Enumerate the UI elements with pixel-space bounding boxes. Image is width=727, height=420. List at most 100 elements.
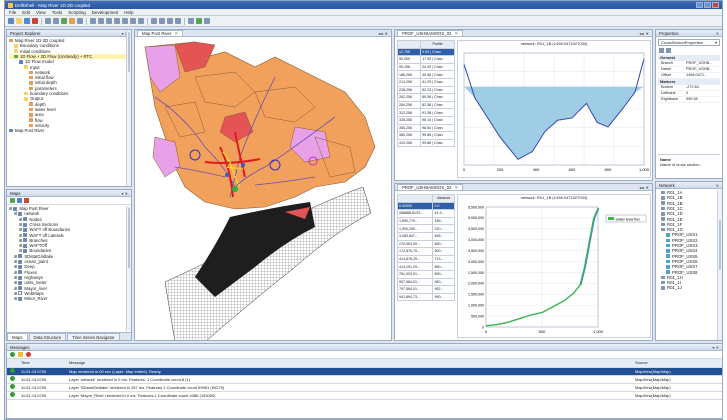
error-filter-icon[interactable] (26, 352, 31, 357)
messages-table[interactable]: Time Message Source 11:51:13.5700 Map render… (7, 359, 722, 400)
close-button[interactable] (712, 2, 719, 8)
table-cell[interactable]: 781,003,01... (397, 269, 434, 279)
warning-filter-icon[interactable] (18, 352, 23, 357)
scrollbar[interactable] (717, 190, 722, 340)
table-cell[interactable]: 96.14 | Chan (420, 115, 455, 125)
layer-visibility-checkbox[interactable] (23, 227, 28, 232)
message-row[interactable]: 11:51:13.5700 Layer 'Mayor_River' rendere… (7, 391, 722, 400)
table-row[interactable]: 1,890,779... 189... (397, 216, 455, 226)
menu-item[interactable]: Scripting (68, 10, 86, 15)
table-cell[interactable]: 1,890,779... (397, 216, 434, 226)
panel-tab[interactable]: Time Series Navigator (67, 333, 120, 340)
expand-icon[interactable]: ⊞ (9, 206, 12, 211)
table-row[interactable]: 50,000 17.00 | Chan (397, 55, 455, 64)
table-row[interactable]: 1,900,290... 220... (397, 224, 455, 233)
table-row[interactable]: 336,256 96.14 | Chan (397, 115, 455, 125)
table-row[interactable]: 781,003,01... 890... (397, 269, 455, 279)
table-cell[interactable]: 990... (432, 292, 455, 302)
table-cell[interactable]: 713... (432, 254, 455, 264)
table-cell[interactable]: 350,256 (397, 123, 422, 133)
column-header[interactable] (397, 40, 422, 49)
layer-visibility-checkbox[interactable] (18, 254, 23, 259)
tab-menu-icon[interactable]: ◂ ▸ ✕ (636, 31, 652, 36)
toolbar-button-icon[interactable] (53, 18, 59, 24)
property-value[interactable]: PROF_USHB... (686, 67, 720, 72)
add-layer-icon[interactable] (10, 198, 15, 203)
column-header[interactable]: Message (66, 359, 632, 368)
object-selector[interactable]: CrossSectionProperties ▾ (658, 39, 720, 46)
column-header[interactable] (397, 194, 434, 203)
categorized-icon[interactable] (659, 48, 664, 53)
table-row[interactable]: 3,083,847... 489... (397, 231, 455, 241)
table-cell[interactable]: 410,256 (397, 138, 422, 148)
cross-section-table[interactable]: Profile 12,766 0.00 | Chan 50,000 17.00 | Ch… (397, 40, 455, 178)
column-header[interactable]: Source (632, 359, 722, 368)
table-cell[interactable]: 500... (432, 247, 455, 256)
table-row[interactable]: 312,256 91.38 | Chan (397, 108, 455, 117)
toolbar-button-icon[interactable] (61, 18, 67, 24)
pin-icon[interactable]: ▾ ✕ (122, 191, 128, 196)
layer-visibility-checkbox[interactable] (18, 259, 23, 264)
toolbar-button-icon[interactable] (159, 18, 165, 24)
message-row[interactable]: 11:51:13.5700 Layer 'network' rendered in… (7, 375, 722, 384)
table-cell[interactable]: 189... (432, 216, 455, 226)
close-tab-icon[interactable]: ✕ (454, 31, 458, 37)
layer-visibility-checkbox[interactable] (23, 238, 28, 243)
network-item[interactable]: R01_1J (658, 285, 720, 290)
table-cell[interactable]: 98.64 | Chan (420, 123, 455, 133)
table-cell[interactable]: 238,256 (397, 85, 422, 95)
info-filter-icon[interactable] (10, 352, 15, 357)
table-cell[interactable]: 24.20 | Chan (420, 62, 455, 72)
menu-item[interactable]: Development (92, 10, 119, 15)
layer-visibility-checkbox[interactable] (23, 249, 28, 254)
table-cell[interactable]: 284,256 (397, 100, 422, 110)
toolbar-button-icon[interactable] (45, 18, 51, 24)
table-row[interactable]: 95,256 24.20 | Chan (397, 62, 455, 72)
toolbar-button-icon[interactable] (16, 18, 22, 24)
node-marker[interactable] (241, 163, 245, 167)
message-row[interactable]: 11:51:13.5700 Layer 'SDstatGridlake' rend… (7, 383, 722, 392)
remove-layer-icon[interactable] (24, 198, 29, 203)
table-row[interactable]: 941,894,73... 990... (397, 292, 455, 302)
toolbar-button-icon[interactable] (196, 18, 202, 24)
toolbar-button-icon[interactable] (204, 18, 210, 24)
message-row[interactable]: 11:51:13.5700 Map rendered in 00 sec (Lay… (7, 367, 722, 376)
layer-visibility-checkbox[interactable] (18, 275, 23, 280)
toolbar-button-icon[interactable] (167, 18, 173, 24)
menu-item[interactable]: View (36, 10, 46, 15)
menu-item[interactable]: Edit (22, 10, 30, 15)
layer-visibility-checkbox[interactable] (23, 243, 28, 248)
layer-visibility-checkbox[interactable] (18, 270, 23, 275)
node-marker[interactable] (232, 186, 238, 192)
table-cell[interactable]: 941,894,73... (397, 292, 434, 302)
tab-cross-section[interactable]: PROF_USHBAMOOS_02 ✕ (397, 30, 464, 37)
toolbar-button-icon[interactable] (138, 18, 144, 24)
table-cell[interactable]: 0.0 (432, 201, 455, 211)
toolbar-button-icon[interactable] (69, 18, 75, 24)
alphabetical-icon[interactable] (666, 48, 671, 53)
tab-longitudinal[interactable]: PROF_USHBAMOOS_02 ✕ (397, 184, 464, 190)
table-row[interactable]: 414,291,29... 850... (397, 262, 455, 271)
minimize-button[interactable] (696, 2, 703, 8)
table-cell[interactable]: 50,000 (397, 55, 422, 64)
layer-visibility-checkbox[interactable] (23, 222, 28, 227)
table-cell[interactable]: 99.86 | Chan (420, 138, 455, 148)
table-cell[interactable]: 288888.8133... (397, 209, 434, 218)
node-marker[interactable] (225, 173, 229, 177)
layer-visibility-checkbox[interactable] (18, 296, 23, 301)
table-cell[interactable]: 0.00 | Chan (420, 47, 455, 57)
column-header[interactable]: Profile (420, 40, 455, 49)
table-cell[interactable]: 940... (432, 277, 455, 287)
column-header[interactable]: Time (18, 359, 66, 368)
panel-tab[interactable]: Data Structure (28, 333, 67, 340)
toolbar-button-icon[interactable] (151, 18, 157, 24)
table-cell[interactable]: 12,766 (397, 47, 422, 57)
pin-icon[interactable]: ✕ (716, 183, 719, 188)
table-row[interactable]: 262,256 80.58 | Chan (397, 93, 455, 102)
table-cell[interactable]: 82.58 | Chan (420, 100, 455, 110)
table-row[interactable]: 797,564,01... 952... (397, 285, 455, 294)
table-cell[interactable]: 91.38 | Chan (420, 108, 455, 117)
table-cell[interactable]: 220... (432, 224, 455, 233)
table-cell[interactable]: 270,063,09... (397, 239, 434, 249)
table-cell[interactable]: 336,256 (397, 115, 422, 125)
